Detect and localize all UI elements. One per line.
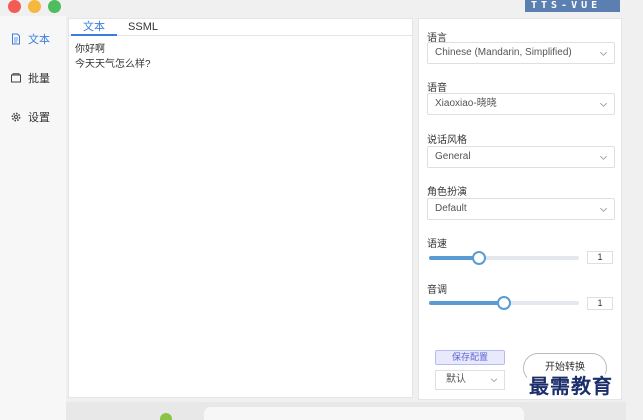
rate-slider-handle[interactable] (471, 251, 486, 265)
voice-select[interactable]: Xiaoxiao-晓晓 (427, 93, 615, 115)
pitch-label: 音调 (427, 285, 447, 296)
rate-label: 语速 (427, 239, 447, 250)
style-value: General (435, 151, 471, 162)
player-status-dot (160, 413, 172, 420)
chevron-down-icon (600, 51, 607, 56)
voice-label: 语音 (427, 83, 447, 94)
title-bar: TTS-VUE (0, 0, 643, 16)
close-window-button[interactable] (8, 0, 21, 13)
folder-icon (11, 73, 21, 83)
bottom-player-bar (66, 402, 626, 420)
language-select[interactable]: Chinese (Mandarin, Simplified) (427, 42, 615, 64)
save-config-button[interactable]: 保存配置 (435, 350, 505, 365)
preset-value: 默认 (446, 374, 466, 385)
document-icon (12, 33, 20, 45)
style-select[interactable]: General (427, 146, 615, 168)
text-input[interactable]: 你好啊 今天天气怎么样? (75, 42, 405, 72)
settings-panel: 语言 Chinese (Mandarin, Simplified) 语音 Xia… (418, 18, 622, 400)
minimize-window-button[interactable] (28, 0, 41, 13)
sidebar-item-settings[interactable]: 设置 (10, 108, 50, 126)
preset-select[interactable]: 默认 (435, 370, 505, 390)
audio-progress-track[interactable] (204, 407, 524, 420)
sidebar-item-label: 文本 (28, 34, 50, 46)
tab-text[interactable]: 文本 (71, 19, 117, 36)
role-value: Default (435, 203, 467, 214)
chevron-down-icon (490, 378, 498, 383)
style-label: 说话风格 (427, 135, 467, 146)
role-label: 角色扮演 (427, 187, 467, 198)
rate-value-input[interactable]: 1 (587, 251, 613, 264)
tab-ssml[interactable]: SSML (123, 19, 163, 36)
pitch-slider[interactable] (429, 296, 579, 310)
text-editor-panel: 文本 SSML 你好啊 今天天气怎么样? (68, 18, 413, 398)
chevron-down-icon (600, 102, 607, 107)
pitch-value-input[interactable]: 1 (587, 297, 613, 310)
voice-value: Xiaoxiao-晓晓 (435, 98, 497, 109)
app-logo: TTS-VUE (525, 0, 620, 12)
watermark: 最需教育 (527, 374, 615, 398)
pitch-slider-handle[interactable] (497, 296, 511, 310)
sidebar-item-label: 设置 (28, 112, 50, 124)
role-select[interactable]: Default (427, 198, 615, 220)
chevron-down-icon (600, 207, 607, 212)
editor-tabs: 文本 SSML (69, 19, 412, 36)
rate-slider[interactable] (429, 251, 579, 265)
sidebar: 文本 批量 设置 (0, 16, 66, 420)
sidebar-item-batch[interactable]: 批量 (10, 69, 50, 87)
sidebar-item-text[interactable]: 文本 (10, 30, 50, 48)
chevron-down-icon (600, 155, 607, 160)
maximize-window-button[interactable] (48, 0, 61, 13)
gear-icon (11, 112, 21, 122)
sidebar-item-label: 批量 (28, 73, 50, 85)
language-value: Chinese (Mandarin, Simplified) (435, 47, 572, 58)
pitch-slider-fill (429, 301, 504, 305)
